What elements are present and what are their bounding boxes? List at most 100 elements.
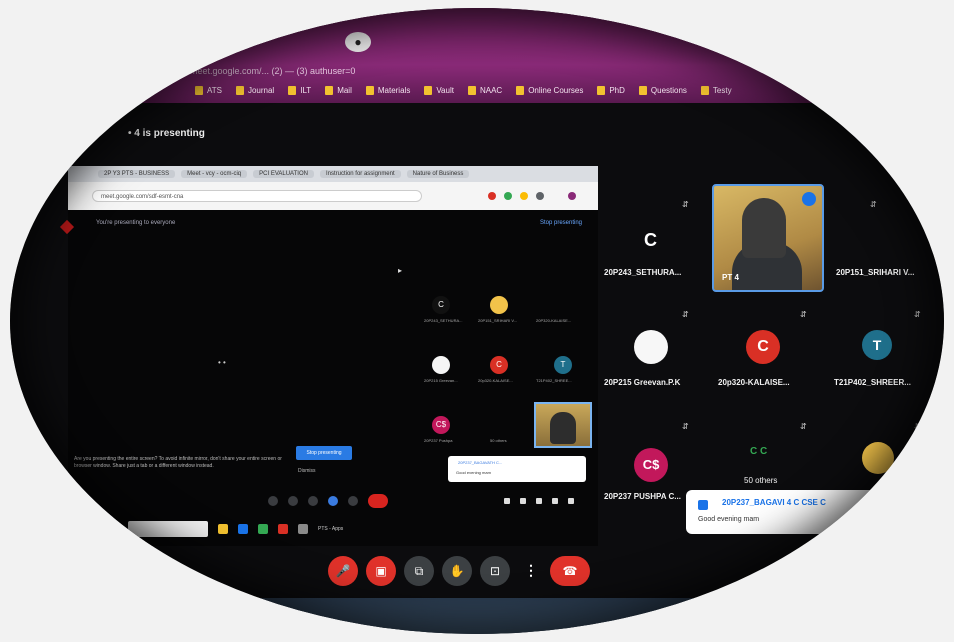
avatar xyxy=(634,330,668,364)
mini-control-icon xyxy=(268,496,278,506)
participant-name: 20P237 PUSHPA C... xyxy=(604,492,681,501)
others-avatars: C C xyxy=(750,446,768,457)
bookmark-item[interactable]: Testy xyxy=(700,86,732,95)
mini-activities-icon xyxy=(552,498,558,504)
mini-label: 20P151_SRIHARI V... xyxy=(478,318,517,323)
video-tile-speaker[interactable]: PT 4 xyxy=(712,184,824,292)
bookmark-item[interactable]: Materials xyxy=(365,86,411,95)
folder-icon xyxy=(638,86,647,95)
avatar: C xyxy=(746,330,780,364)
extension-icon xyxy=(488,192,496,200)
pin-icon[interactable]: ⇵ xyxy=(800,422,807,431)
bookmark-item[interactable]: PhD xyxy=(597,86,625,95)
camera-off-icon[interactable]: ▣ xyxy=(366,556,396,586)
taskbar-label: PTS - Apps xyxy=(318,526,344,532)
shared-dots-icon: • • xyxy=(218,358,226,367)
mini-avatar xyxy=(490,296,508,314)
bookmark-item[interactable]: Journal xyxy=(235,86,275,95)
shared-omnibox: meet.google.com/sdf-esmt-cna xyxy=(68,182,598,210)
share-warning-text: Are you presenting the entire screen? To… xyxy=(74,456,282,469)
mini-label: 20P237 Pushpa xyxy=(424,438,453,443)
shared-tab: Meet - vcy - ocm-ciq xyxy=(181,170,248,178)
mini-avatar: C xyxy=(432,296,450,314)
shared-meet-header: You're presenting to everyone Stop prese… xyxy=(68,216,598,234)
bookmark-item[interactable]: ATS xyxy=(195,86,222,95)
end-call-icon[interactable]: ☎ xyxy=(550,556,590,586)
mini-chat-icon xyxy=(536,498,542,504)
bookmark-label: ATS xyxy=(207,86,222,95)
shared-tab: Instruction for assignment xyxy=(319,170,401,178)
taskbar-chrome-icon xyxy=(258,524,268,534)
meet-tab-icon[interactable]: ● xyxy=(345,32,371,52)
extension-icon xyxy=(520,192,528,200)
speaker-name: PT 4 xyxy=(722,273,739,282)
captions-icon[interactable]: ⧉ xyxy=(404,556,434,586)
mini-info-icon xyxy=(504,498,510,504)
taskbar-app-icon xyxy=(298,524,308,534)
bookmark-label: PhD xyxy=(609,86,625,95)
chat-sender: 20P237_BAGAVI 4 C CSE C xyxy=(722,498,826,507)
pin-icon[interactable]: ⇵ xyxy=(914,310,921,319)
mini-label: 50 others xyxy=(490,438,507,443)
avatar: C xyxy=(644,230,657,250)
others-count[interactable]: 50 others xyxy=(744,476,777,485)
mini-control-icon xyxy=(308,496,318,506)
mini-control-icon xyxy=(288,496,298,506)
participant-name: 20p320-KALAISE... xyxy=(718,378,790,387)
bookmark-label: NAAC xyxy=(479,86,503,95)
mini-label: T21P402_SHREE... xyxy=(536,378,572,383)
shared-dismiss-link: Dismiss xyxy=(298,468,316,474)
mini-avatar: T xyxy=(554,356,572,374)
mini-avatar: C xyxy=(490,356,508,374)
bookmark-label: Mail xyxy=(337,86,352,95)
pin-icon[interactable]: ⇵ xyxy=(870,200,877,209)
pin-icon[interactable]: ⇵ xyxy=(682,310,689,319)
folder-icon xyxy=(235,86,244,95)
speaking-indicator-icon xyxy=(802,192,816,206)
bookmark-item[interactable]: Vault xyxy=(424,86,454,95)
shared-tab: PCI EVALUATION xyxy=(253,170,314,178)
url-text[interactable]: meet.google.com/... (2) — (3) authuser=0 xyxy=(190,66,355,76)
folder-icon xyxy=(516,86,525,95)
mini-video-tile xyxy=(534,402,592,448)
profile-icon xyxy=(568,192,576,200)
folder-icon xyxy=(195,86,203,95)
bookmark-label: ILT xyxy=(300,86,312,95)
bookmark-label: Journal xyxy=(247,86,275,95)
bookmark-label: Online Courses xyxy=(528,86,584,95)
mini-present-icon xyxy=(328,496,338,506)
extension-icon xyxy=(504,192,512,200)
bookmark-label: Vault xyxy=(436,86,454,95)
pin-icon[interactable]: ⇵ xyxy=(914,422,921,431)
pin-icon[interactable]: ⇵ xyxy=(800,310,807,319)
mini-toast-message: Good evening mam xyxy=(456,470,491,475)
bookmark-item[interactable]: Mail xyxy=(325,86,352,95)
extension-icon xyxy=(536,192,544,200)
background-strip xyxy=(230,598,710,634)
bookmark-item[interactable]: Online Courses xyxy=(516,86,583,95)
bookmark-label: Materials xyxy=(377,86,411,95)
mic-off-icon[interactable]: 🎤 xyxy=(328,556,358,586)
bookmark-label: Testy xyxy=(712,86,732,95)
bookmark-item[interactable]: ILT xyxy=(288,86,311,95)
taskbar-folder-icon xyxy=(218,524,228,534)
chat-toast[interactable]: 20P237_BAGAVI 4 C CSE C Good evening mam xyxy=(686,490,882,534)
folder-icon xyxy=(467,86,476,95)
chat-icon xyxy=(698,500,708,510)
more-options-icon[interactable]: ⋮ xyxy=(524,562,538,579)
bookmark-label: Questions xyxy=(650,86,687,95)
folder-icon xyxy=(700,86,709,95)
taskbar-app-icon xyxy=(278,524,288,534)
raise-hand-icon[interactable]: ✋ xyxy=(442,556,472,586)
pin-icon[interactable]: ⇵ xyxy=(682,422,689,431)
bookmark-item[interactable]: NAAC xyxy=(467,86,503,95)
bookmark-item[interactable]: Questions xyxy=(638,86,687,95)
chat-message: Good evening mam xyxy=(698,516,760,523)
pin-icon[interactable]: ⇵ xyxy=(682,200,689,209)
screenshot-frame: ● meet.google.com/... (2) — (3) authuser… xyxy=(10,8,944,634)
participant-name: 20P151_SRIHARI V... xyxy=(836,268,915,277)
shared-mini-right-icons xyxy=(504,498,574,504)
present-icon[interactable]: ⊡ xyxy=(480,556,510,586)
shared-tab: 2P Y3 PTS - BUSINESS xyxy=(98,170,176,178)
folder-icon xyxy=(597,86,606,95)
